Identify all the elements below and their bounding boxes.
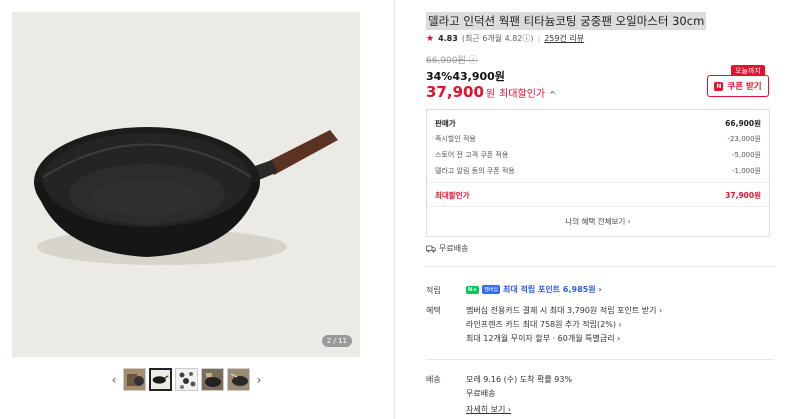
breakdown-total-row: 최대할인가 37,900원 [435,190,761,201]
thumbnail-strip: ‹ › [108,368,265,391]
rating-score: 4.83 [438,34,458,43]
breakdown-row: 즉시할인 적용 -23,000원 [435,134,761,144]
breakdown-row: 델라고 알림 동의 쿠폰 적용 -1,000원 [435,166,761,176]
delivery-label: 배송 [426,375,441,384]
thumbnail-3[interactable] [175,368,198,391]
wok-pan-image [12,12,360,357]
free-shipping: 무료배송 [426,243,468,254]
review-count-link[interactable]: 259건 리뷰 [544,33,584,44]
benefit-line[interactable]: 라인프렌즈 카드 최대 758원 추가 적립(2%) › [466,319,622,330]
breakdown-label: 즉시할인 적용 [435,135,476,143]
divider [426,359,774,360]
divider [426,266,774,267]
delivery-detail-link[interactable]: 자세히 보기 › [466,404,511,415]
column-divider [394,0,395,419]
breakdown-label: 델라고 알림 동의 쿠폰 적용 [435,167,515,175]
breakdown-value: -23,000원 [727,135,761,143]
breakdown-label: 스토어 전 고객 쿠폰 적용 [435,151,509,159]
thumbnail-4[interactable] [201,368,224,391]
view-all-benefits-link[interactable]: 나의 혜택 전체보기 › [427,216,769,227]
points-label: 적립 [426,286,441,295]
breakdown-row: 판매가 66,900원 [435,118,761,129]
thumbnail-5[interactable] [227,368,250,391]
chevron-right-icon[interactable]: › [253,373,265,387]
best-price-value: 37,900 [426,83,484,101]
best-price-unit: 원 [485,89,496,100]
divider: | [537,34,541,43]
breakdown-total-value: 37,900원 [725,191,761,200]
max-points-link[interactable]: 최대 적립 포인트 6,985원 › [503,284,602,295]
product-title: 델라고 인덕션 웍팬 티타늄코팅 궁중팬 오일마스터 30cm [426,12,707,30]
free-shipping-label: 무료배송 [439,244,469,253]
benefit-line[interactable]: 최대 12개월 무이자 할부 · 60개월 특별금리 › [466,333,620,344]
breakdown-total-label: 최대할인가 [435,191,470,200]
chevron-up-icon: ^ [549,90,556,99]
sale-price: 34%43,900원 [426,70,505,83]
coupon-button-label: 쿠폰 받기 [727,82,762,92]
benefit-label: 혜택 [426,306,441,315]
thumbnail-1[interactable] [123,368,146,391]
rating-row: ★ 4.83 (최근 6개월 4.82ⓘ) | 259건 리뷰 [426,33,584,44]
breakdown-row: 스토어 전 고객 쿠폰 적용 -5,000원 [435,150,761,160]
divider [427,206,769,207]
original-price: 66,900원 ⓘ [426,56,478,66]
chevron-left-icon[interactable]: ‹ [108,373,120,387]
benefit-line[interactable]: 멤버십 전용카드 결제 시 최대 3,790원 적립 포인트 받기 › [466,305,662,316]
membership-badge: 멤버십 [482,285,501,294]
points-row[interactable]: N+ 멤버십 최대 적립 포인트 6,985원 › [466,284,602,295]
price-breakdown: 판매가 66,900원 즉시할인 적용 -23,000원 스토어 전 고객 쿠폰… [426,109,770,237]
coupon-button[interactable]: N 쿠폰 받기 [707,75,769,97]
truck-icon [426,245,436,252]
naver-plus-icon: N+ [466,285,480,294]
product-image[interactable]: 2 / 11 [12,12,360,357]
delivery-eta: 모레 9.16 (수) 도착 확률 93% [466,375,573,384]
breakdown-value: 66,900원 [725,119,761,128]
star-icon: ★ [426,33,435,44]
breakdown-value: -5,000원 [731,151,761,159]
rating-sub[interactable]: (최근 6개월 4.82ⓘ) [462,33,534,44]
image-counter: 2 / 11 [321,335,352,347]
naver-icon: N [714,81,724,91]
breakdown-value: -1,000원 [731,167,761,175]
thumbnail-2[interactable] [149,368,172,391]
breakdown-label: 판매가 [435,119,456,128]
divider [427,182,769,183]
best-price-label: 최대할인가 [499,89,546,100]
best-price[interactable]: 37,900 원 최대할인가 ^ [426,83,556,101]
delivery-fee: 무료배송 [466,389,496,398]
